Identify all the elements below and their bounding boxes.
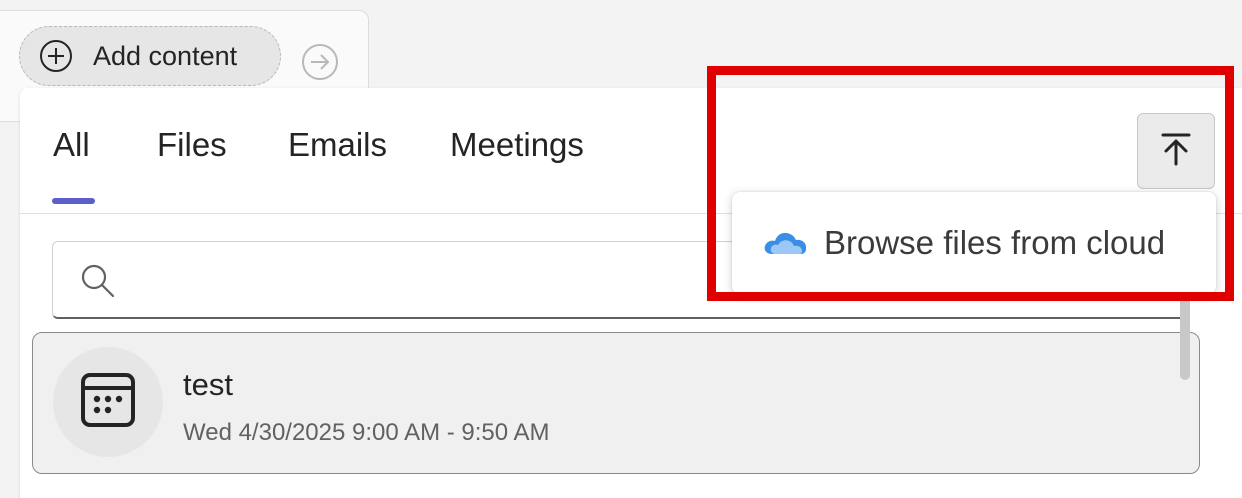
item-title: test bbox=[183, 367, 233, 402]
calendar-icon bbox=[80, 372, 136, 433]
upload-menu: Browse files from cloud bbox=[732, 192, 1216, 294]
menu-item-label: Browse files from cloud bbox=[824, 224, 1166, 261]
tab-meetings[interactable]: Meetings bbox=[450, 126, 584, 164]
arrow-right-circle-icon[interactable] bbox=[300, 42, 340, 82]
tab-files[interactable]: Files bbox=[157, 126, 227, 164]
add-content-label: Add content bbox=[93, 40, 238, 71]
onedrive-cloud-icon bbox=[762, 228, 808, 258]
search-icon bbox=[79, 262, 117, 300]
selected-tab-indicator bbox=[52, 198, 95, 204]
calendar-avatar bbox=[53, 347, 163, 457]
menu-item-browse-cloud[interactable]: Browse files from cloud bbox=[732, 192, 1216, 294]
tab-emails[interactable]: Emails bbox=[288, 126, 387, 164]
add-content-button[interactable]: Add content bbox=[19, 26, 281, 86]
tab-all[interactable]: All bbox=[53, 126, 90, 164]
upload-button[interactable] bbox=[1137, 113, 1215, 189]
meeting-list-item[interactable]: test Wed 4/30/2025 9:00 AM - 9:50 AM bbox=[32, 332, 1200, 474]
item-datetime: Wed 4/30/2025 9:00 AM - 9:50 AM bbox=[183, 419, 550, 446]
upload-icon bbox=[1161, 132, 1191, 171]
plus-circle-icon bbox=[39, 39, 73, 73]
